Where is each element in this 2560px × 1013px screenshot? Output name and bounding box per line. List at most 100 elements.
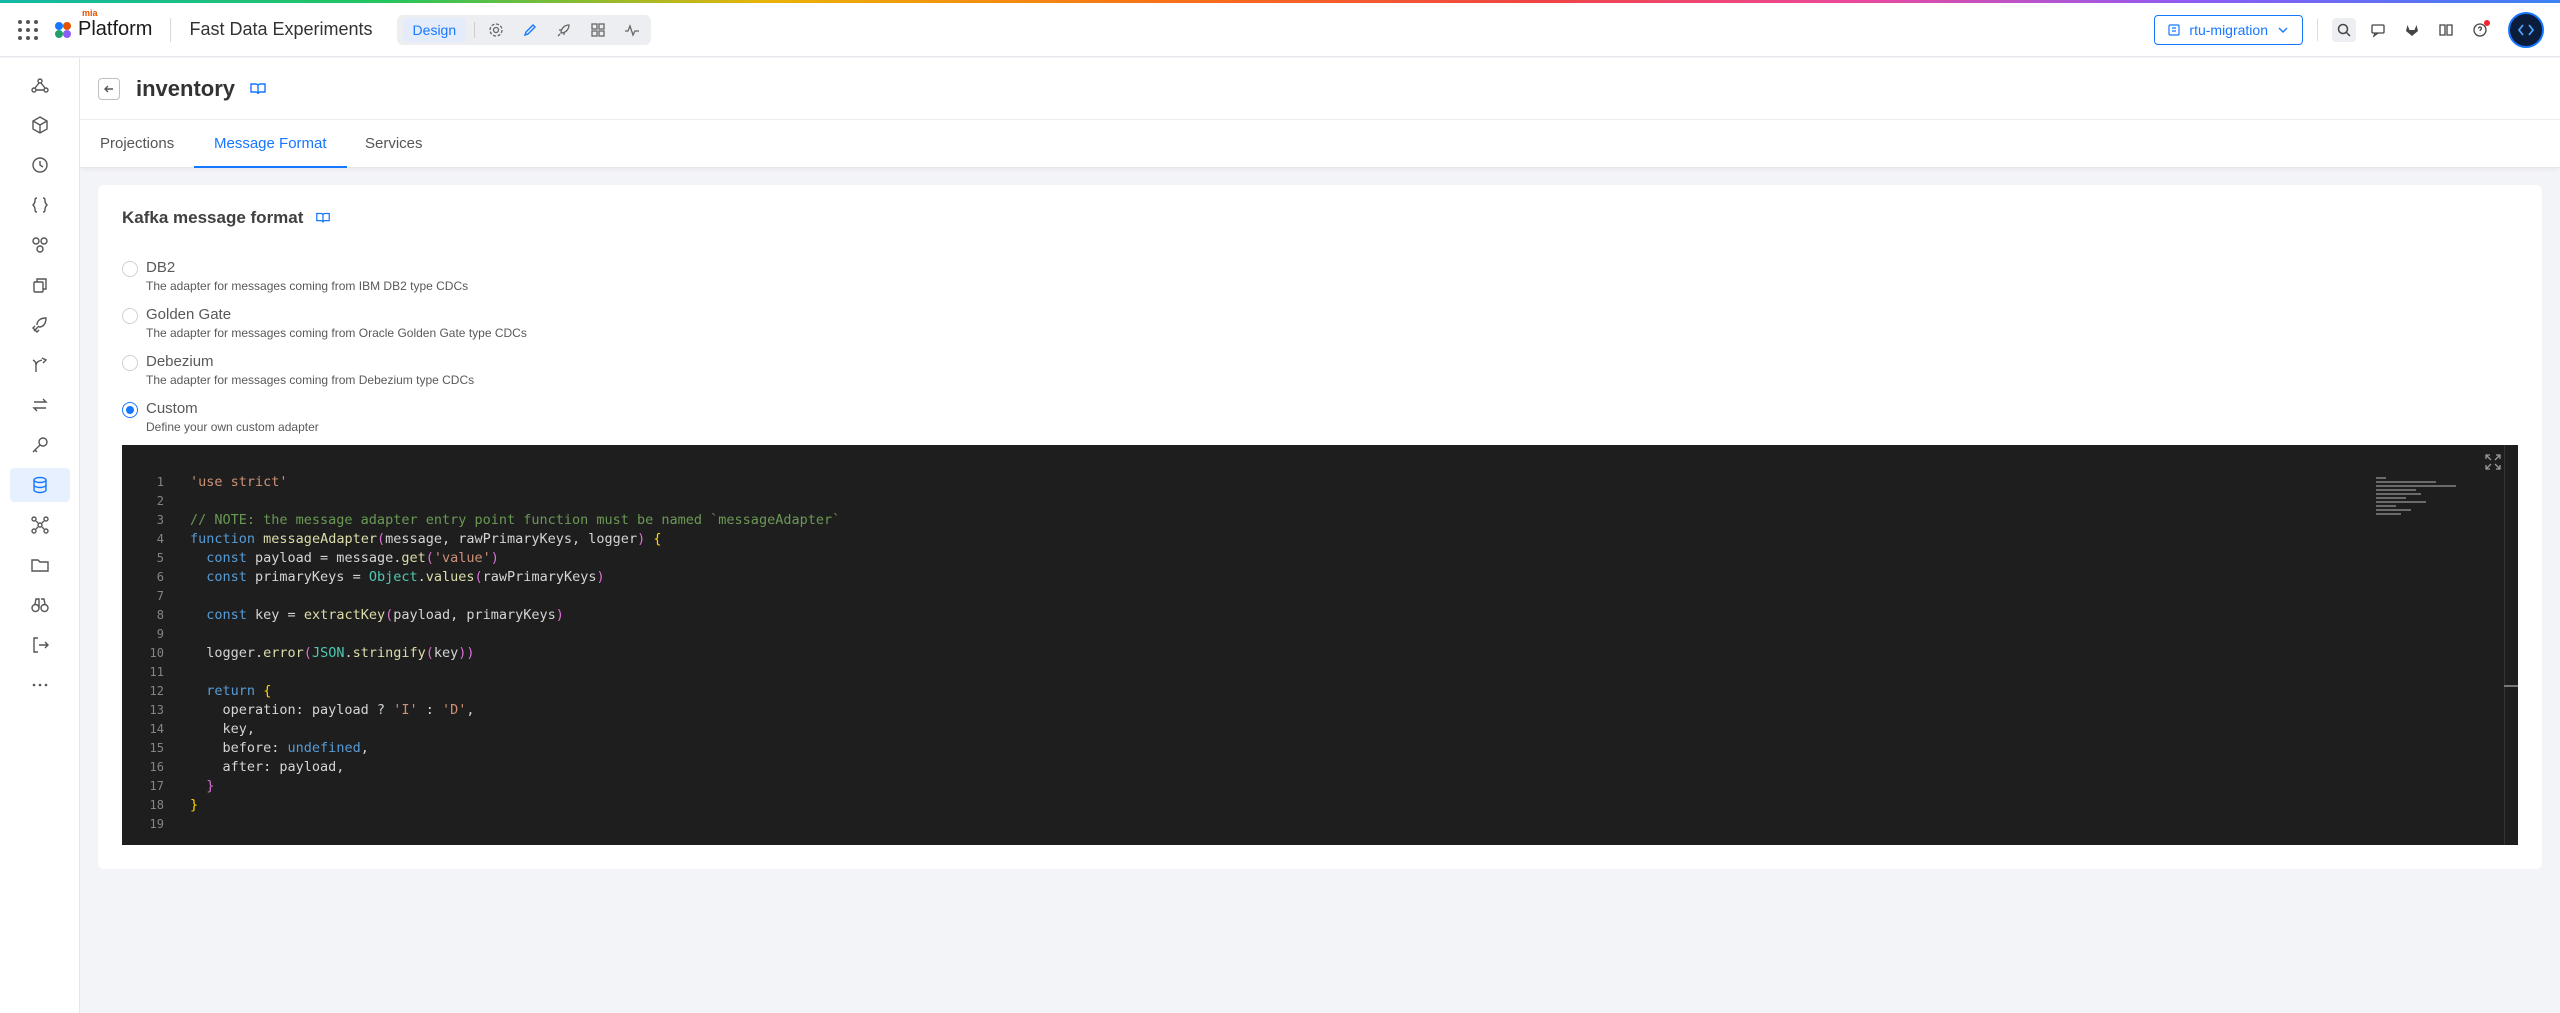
- line-number: 13: [149, 703, 164, 717]
- network-icon[interactable]: [10, 508, 70, 542]
- help-icon[interactable]: [2468, 18, 2492, 42]
- line-number: 4: [156, 532, 164, 546]
- code-line[interactable]: 10 logger.error(JSON.stringify(key)): [122, 644, 840, 663]
- braces-icon[interactable]: [10, 188, 70, 222]
- code-line[interactable]: 19: [122, 815, 840, 834]
- copy-icon[interactable]: [10, 268, 70, 302]
- dashboard-icon[interactable]: [585, 18, 611, 42]
- radio-button[interactable]: [122, 261, 138, 277]
- docs-icon[interactable]: [2434, 18, 2458, 42]
- chat-icon[interactable]: [2366, 18, 2390, 42]
- more-icon[interactable]: [10, 668, 70, 702]
- radio-button-selected[interactable]: [122, 402, 138, 418]
- code-line[interactable]: 4 function messageAdapter(message, rawPri…: [122, 530, 840, 549]
- line-number: 16: [149, 760, 164, 774]
- tab-services[interactable]: Services: [365, 120, 423, 168]
- code-line[interactable]: 6 const primaryKeys = Object.values(rawP…: [122, 568, 840, 587]
- code-line[interactable]: 9: [122, 625, 840, 644]
- notification-dot: [2484, 19, 2490, 26]
- history-icon[interactable]: [10, 148, 70, 182]
- code-lines[interactable]: 1 'use strict' 2 3 // NOTE: the message adap…: [122, 473, 841, 834]
- adapter-option-db2[interactable]: DB2 The adapter for messages coming from…: [122, 259, 468, 293]
- avatar[interactable]: [2508, 11, 2544, 48]
- logout-icon[interactable]: [10, 628, 70, 662]
- line-number: 15: [149, 741, 164, 755]
- activity-icon[interactable]: [619, 18, 645, 42]
- sidebar: [0, 58, 80, 1013]
- divider: [170, 17, 172, 42]
- code-text: }: [190, 797, 199, 813]
- code-line[interactable]: 16 after: payload,: [122, 758, 840, 777]
- gitlab-icon[interactable]: [2400, 18, 2424, 42]
- code-line[interactable]: 13 operation: payload ? 'I' : 'D',: [122, 701, 840, 720]
- line-number: 9: [156, 627, 164, 641]
- book-icon[interactable]: [249, 80, 267, 98]
- adapter-option-custom[interactable]: Custom Define your own custom adapter: [122, 400, 319, 434]
- code-text: const key = extractKey(payload, primaryK…: [206, 607, 564, 623]
- code-line[interactable]: 17 }: [122, 777, 840, 796]
- code-line[interactable]: 2: [122, 492, 840, 511]
- folder-icon[interactable]: [10, 548, 70, 582]
- book-icon[interactable]: [315, 210, 331, 226]
- line-number: 18: [149, 798, 164, 812]
- code-line[interactable]: 11: [122, 663, 840, 682]
- platform-logo-icon: [55, 21, 71, 38]
- code-line[interactable]: 18}: [122, 796, 840, 815]
- design-mode-button[interactable]: Design: [402, 17, 467, 42]
- page-header: inventory: [80, 58, 2560, 120]
- line-number: 14: [149, 722, 164, 736]
- logo-label: Platform: [78, 18, 153, 40]
- search-icon[interactable]: [2332, 17, 2356, 42]
- user-avatar-icon: [2517, 23, 2535, 36]
- pencil-icon[interactable]: [517, 18, 543, 42]
- code-line[interactable]: 8 const key = extractKey(payload, primar…: [122, 606, 840, 625]
- deploy-icon[interactable]: [10, 308, 70, 342]
- code-line[interactable]: 5 const payload = message.get('value'): [122, 549, 840, 568]
- top-bar: mia Platform Fast Data Experiments Design…: [0, 3, 2560, 57]
- code-line[interactable]: 15 before: undefined,: [122, 739, 840, 758]
- nodes-icon[interactable]: [10, 228, 70, 262]
- expand-icon[interactable]: [2484, 453, 2502, 471]
- branch-selector[interactable]: rtu-migration: [2154, 14, 2303, 45]
- chevron-down-icon: [2278, 27, 2288, 33]
- editor-minimap[interactable]: [2376, 477, 2456, 537]
- cube-icon[interactable]: [10, 108, 70, 142]
- graph-icon[interactable]: [10, 68, 70, 102]
- tab-projections[interactable]: Projections: [100, 120, 174, 168]
- database-icon[interactable]: [10, 468, 70, 502]
- branch-icon[interactable]: [10, 348, 70, 382]
- code-line[interactable]: 1 'use strict': [122, 473, 840, 492]
- code-line[interactable]: 14 key,: [122, 720, 840, 739]
- apps-grid-icon[interactable]: [18, 19, 38, 40]
- line-number: 7: [156, 589, 164, 603]
- adapter-option-debezium[interactable]: Debezium The adapter for messages coming…: [122, 353, 474, 387]
- page-title: inventory: [136, 75, 236, 101]
- radio-button[interactable]: [122, 308, 138, 324]
- branch-icon: [2168, 23, 2181, 36]
- code-text: after: payload,: [190, 759, 345, 775]
- code-line[interactable]: 3 // NOTE: the message adapter entry poin…: [122, 511, 840, 530]
- code-editor[interactable]: 1 'use strict' 2 3 // NOTE: the message adap…: [122, 445, 2518, 845]
- adapter-option-golden-gate[interactable]: Golden Gate The adapter for messages com…: [122, 306, 527, 340]
- swap-icon[interactable]: [10, 388, 70, 422]
- editor-scrollbar[interactable]: [2504, 445, 2518, 845]
- message-format-card: Kafka message format DB2 The adapter for…: [98, 185, 2542, 869]
- project-name[interactable]: Fast Data Experiments: [189, 19, 372, 40]
- back-button[interactable]: [98, 77, 120, 100]
- rocket-icon[interactable]: [551, 18, 577, 42]
- logo-small-text: mia: [82, 8, 98, 18]
- mode-switcher: Design: [396, 14, 652, 45]
- key-icon[interactable]: [10, 428, 70, 462]
- radio-button[interactable]: [122, 355, 138, 371]
- code-text: function messageAdapter(message, rawPrim…: [190, 531, 662, 547]
- option-description: Define your own custom adapter: [146, 420, 319, 434]
- code-line[interactable]: 7: [122, 587, 840, 606]
- option-title: Golden Gate: [146, 306, 232, 323]
- tab-message-format[interactable]: Message Format: [194, 120, 347, 168]
- card-title-text: Kafka message format: [122, 208, 304, 227]
- code-line[interactable]: 12 return {: [122, 682, 840, 701]
- settings-icon[interactable]: [483, 18, 509, 42]
- logo[interactable]: mia Platform: [52, 8, 153, 41]
- binoculars-icon[interactable]: [10, 588, 70, 622]
- divider: [474, 21, 476, 38]
